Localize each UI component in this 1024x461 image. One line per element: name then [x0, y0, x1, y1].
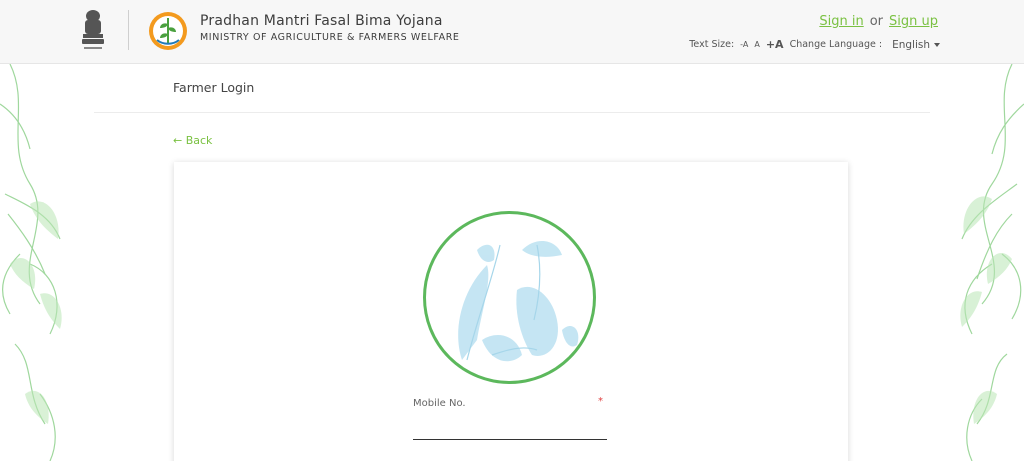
right-leaf-pattern [952, 64, 1024, 461]
pmfby-logo-icon [149, 12, 187, 50]
main-content: Farmer Login ← Back Mobile No. * [68, 64, 952, 461]
farmer-illustration-icon [423, 211, 596, 384]
sign-in-link[interactable]: Sign in [819, 14, 863, 29]
language-value: English [892, 38, 930, 51]
leaf-pattern-icon [960, 64, 1024, 461]
auth-links: Sign in or Sign up [819, 14, 938, 29]
ministry-subtitle: MINISTRY OF AGRICULTURE & FARMERS WELFAR… [200, 32, 460, 43]
login-card: Mobile No. * [174, 162, 848, 461]
site-header: Pradhan Mantri Fasal Bima Yojana MINISTR… [0, 0, 1024, 64]
text-size-label: Text Size: [689, 39, 735, 50]
text-size-normal-button[interactable]: A [754, 40, 759, 49]
mobile-number-input[interactable] [413, 418, 607, 440]
text-size-decrease-button[interactable]: -A [740, 40, 748, 49]
header-divider [128, 10, 129, 50]
text-size-increase-button[interactable]: +A [766, 38, 784, 51]
sign-up-link[interactable]: Sign up [889, 14, 938, 29]
preferences-bar: Text Size: -A A +A Change Language : Eng… [689, 38, 940, 51]
leaf-pattern-icon [0, 64, 62, 461]
national-emblem-icon [82, 10, 104, 49]
left-leaf-pattern [0, 64, 68, 461]
back-link[interactable]: ← Back [173, 134, 212, 147]
change-language-label: Change Language : [789, 39, 883, 50]
language-select[interactable]: English [892, 39, 940, 51]
mobile-number-label: Mobile No. [413, 398, 466, 409]
required-asterisk: * [598, 396, 603, 407]
site-title: Pradhan Mantri Fasal Bima Yojana [200, 13, 443, 29]
page-title: Farmer Login [173, 80, 255, 95]
caret-down-icon [934, 42, 940, 47]
section-divider [94, 112, 930, 113]
auth-or-text: or [869, 14, 884, 29]
